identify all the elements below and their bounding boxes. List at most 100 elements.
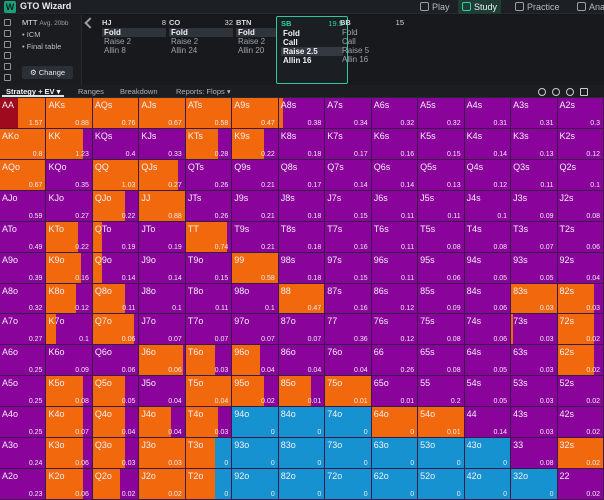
hand-cell[interactable]: T2o 0 (185, 469, 233, 500)
hand-cell[interactable]: A6s 0.32 (371, 98, 419, 129)
hand-cell[interactable]: J8o 0.1 (139, 283, 186, 315)
hand-cell[interactable]: 73o 0 (325, 438, 372, 470)
hand-cell[interactable]: K7s 0.17 (325, 128, 372, 160)
hand-cell[interactable]: Q9s 0.21 (232, 159, 279, 191)
text-icon[interactable] (4, 74, 11, 81)
hand-cell[interactable]: K6s 0.16 (371, 128, 419, 160)
hand-cell[interactable]: J8s 0.18 (278, 190, 326, 222)
hand-cell[interactable]: J7o 0.07 (139, 314, 186, 346)
action-fold[interactable]: Fold (281, 29, 343, 38)
trophy-icon[interactable] (4, 19, 11, 26)
folder-icon[interactable] (4, 41, 11, 48)
hand-cell[interactable]: T2s 0.06 (557, 221, 604, 253)
hand-cell[interactable]: 65s 0.08 (418, 345, 465, 377)
hand-cell[interactable]: T5s 0.08 (418, 221, 465, 253)
hand-cell[interactable]: A7o 0.27 (0, 314, 47, 346)
hand-cell[interactable]: 88 0.47 (278, 283, 326, 315)
hand-cell[interactable]: 86o 0.04 (278, 345, 326, 377)
hand-cell[interactable]: JJ 0.88 (139, 190, 186, 222)
nav-practice[interactable]: Practice (515, 0, 560, 14)
hand-cell[interactable]: Q6o 0.06 (92, 345, 140, 377)
hand-cell[interactable]: K9s 0.22 (232, 128, 279, 160)
hand-cell[interactable]: Q8o 0.11 (92, 283, 140, 315)
action-call[interactable]: Call (340, 37, 404, 46)
action-raise[interactable]: Raise 2.5 (281, 47, 343, 56)
hand-cell[interactable]: K5s 0.15 (418, 128, 465, 160)
hand-cell[interactable]: K9o 0.16 (46, 252, 93, 284)
hand-cell[interactable]: 64o 0 (371, 407, 419, 439)
action-fold[interactable]: Fold (169, 28, 233, 37)
hand-cell[interactable]: 43s 0.03 (511, 407, 558, 439)
hand-cell[interactable]: T6o 0.03 (185, 345, 233, 377)
hand-cell[interactable]: A3s 0.31 (511, 98, 558, 129)
hand-cell[interactable]: T6s 0.11 (371, 221, 419, 253)
hand-cell[interactable]: J7s 0.15 (325, 190, 372, 222)
hand-cell[interactable]: Q7o 0.06 (92, 314, 140, 346)
hand-cell[interactable]: K2s 0.12 (557, 128, 604, 160)
hand-cell[interactable]: 96s 0.11 (371, 252, 419, 284)
hand-cell[interactable]: 55 0.2 (418, 376, 465, 408)
hand-cell[interactable]: K2o 0.06 (46, 469, 93, 500)
hand-cell[interactable]: 76s 0.12 (371, 314, 419, 346)
hand-cell[interactable]: 72s 0.02 (557, 314, 604, 346)
hand-cell[interactable]: ATo 0.49 (0, 221, 47, 253)
hand-cell[interactable]: J6s 0.11 (371, 190, 419, 222)
hand-cell[interactable]: K4s 0.14 (464, 128, 512, 160)
tab-reports-flops[interactable]: Reports: Flops ▾ (176, 86, 231, 97)
hand-cell[interactable]: J9o 0.14 (139, 252, 186, 284)
hand-cell[interactable]: T5o 0.04 (185, 376, 233, 408)
hand-cell[interactable]: QTo 0.19 (92, 221, 140, 253)
hand-cell[interactable]: Q3s 0.11 (511, 159, 558, 191)
hand-cell[interactable]: Q2o 0.02 (92, 469, 140, 500)
hand-cell[interactable]: 97s 0.15 (325, 252, 372, 284)
action-allin[interactable]: Allin 8 (102, 46, 166, 55)
hand-cell[interactable]: 76o 0.04 (325, 345, 372, 377)
hand-cell[interactable]: KQo 0.35 (46, 159, 93, 191)
card-icon[interactable] (552, 88, 560, 96)
hand-cell[interactable]: T8s 0.18 (278, 221, 326, 253)
hand-cell[interactable]: AQs 0.76 (92, 98, 140, 129)
hand-cell[interactable]: J3o 0.03 (139, 438, 186, 470)
hand-cell[interactable]: 74s 0.06 (464, 314, 512, 346)
hand-cell[interactable]: 65o 0.01 (371, 376, 419, 408)
position-hj[interactable]: HJ 8 Fold Raise 2 Allin 8 (98, 16, 170, 84)
hand-cell[interactable]: 92o 0 (232, 469, 279, 500)
hand-cell[interactable]: JTs 0.26 (185, 190, 233, 222)
hand-cell[interactable]: K3o 0.06 (46, 438, 93, 470)
hand-cell[interactable]: 92s 0.04 (557, 252, 604, 284)
hand-cell[interactable]: 97o 0.07 (232, 314, 279, 346)
hand-cell[interactable]: 52s 0.02 (557, 376, 604, 408)
hand-cell[interactable]: K8s 0.18 (278, 128, 326, 160)
hand-cell[interactable]: 82s 0.03 (557, 283, 604, 315)
hand-cell[interactable]: AKo 0.8 (0, 128, 47, 160)
save-icon[interactable] (4, 52, 11, 59)
hand-cell[interactable]: J2o 0.02 (139, 469, 186, 500)
hand-cell[interactable]: 44 0.14 (464, 407, 512, 439)
hand-cell[interactable]: A5s 0.32 (418, 98, 465, 129)
hand-cell[interactable]: 93s 0.05 (511, 252, 558, 284)
hand-cell[interactable]: 86s 0.12 (371, 283, 419, 315)
hand-cell[interactable]: 62s 0.02 (557, 345, 604, 377)
nav-analyze[interactable]: Ana (577, 0, 604, 14)
hand-cell[interactable]: T9s 0.21 (232, 221, 279, 253)
hand-cell[interactable]: T4s 0.08 (464, 221, 512, 253)
action-raise[interactable]: Raise 5 (340, 46, 404, 55)
hand-cell[interactable]: A3o 0.24 (0, 438, 47, 470)
hand-cell[interactable]: QJo 0.22 (92, 190, 140, 222)
link-icon[interactable] (4, 30, 11, 37)
hand-cell[interactable]: 32s 0.02 (557, 438, 604, 470)
action-allin[interactable]: Allin 16 (340, 55, 404, 64)
hand-cell[interactable]: 83s 0.03 (511, 283, 558, 315)
gto-wizard-logo[interactable]: W (4, 1, 16, 13)
hand-cell[interactable]: J6o 0.06 (139, 345, 186, 377)
action-raise[interactable]: Raise 2 (102, 37, 166, 46)
hand-cell[interactable]: Q2s 0.1 (557, 159, 604, 191)
hand-cell[interactable]: 63o 0 (371, 438, 419, 470)
hand-cell[interactable]: TT 0.74 (185, 221, 233, 253)
hand-cell[interactable]: 75o 0.01 (325, 376, 372, 408)
hand-cell[interactable]: Q3o 0.03 (92, 438, 140, 470)
hand-cell[interactable]: 64s 0.05 (464, 345, 512, 377)
hand-cell[interactable]: A9o 0.39 (0, 252, 47, 284)
action-raise[interactable]: Raise 2 (169, 37, 233, 46)
hand-cell[interactable]: 96o 0.04 (232, 345, 279, 377)
